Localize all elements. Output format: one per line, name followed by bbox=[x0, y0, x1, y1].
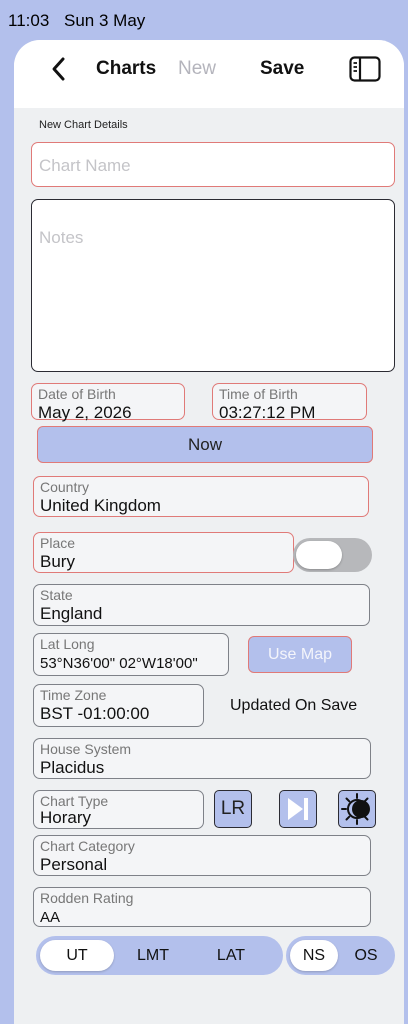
place-toggle[interactable] bbox=[293, 538, 372, 572]
lat-long-field[interactable]: Lat Long 53°N36'00" 02°W18'00" bbox=[33, 633, 229, 676]
status-bar: 11:03 Sun 3 May bbox=[8, 11, 155, 31]
time-of-birth-field[interactable]: Time of Birth 03:27:12 PM bbox=[212, 383, 367, 422]
country-value: United Kingdom bbox=[40, 496, 161, 515]
place-field[interactable]: Place Bury bbox=[33, 532, 294, 573]
date-of-birth-field[interactable]: Date of Birth May 2, 2026 bbox=[31, 383, 185, 422]
house-system-value: Placidus bbox=[40, 758, 105, 777]
skip-forward-icon bbox=[288, 798, 308, 820]
skip-forward-button[interactable] bbox=[279, 790, 317, 828]
sidebar-icon[interactable] bbox=[349, 56, 381, 82]
date-of-birth-label: Date of Birth bbox=[38, 386, 116, 402]
notes-placeholder: Notes bbox=[39, 228, 84, 247]
rodden-rating-label: Rodden Rating bbox=[40, 890, 134, 906]
notes-textarea[interactable]: Notes bbox=[31, 199, 395, 372]
status-date: Sun 3 May bbox=[64, 11, 146, 30]
place-label: Place bbox=[40, 535, 76, 551]
time-zone-value: BST -01:00:00 bbox=[40, 704, 150, 723]
time-zone-label: Time Zone bbox=[40, 687, 107, 703]
segment-ns[interactable]: NS bbox=[290, 940, 338, 971]
country-label: Country bbox=[40, 479, 90, 495]
day-night-button[interactable] bbox=[338, 790, 376, 828]
ns-os-segmented-control: NS OS bbox=[286, 936, 395, 975]
chart-name-input[interactable]: Chart Name bbox=[31, 142, 395, 187]
segment-ut[interactable]: UT bbox=[40, 940, 114, 971]
time-zone-field[interactable]: Time Zone BST -01:00:00 bbox=[33, 684, 204, 727]
nav-bar: Charts New Save bbox=[14, 40, 404, 108]
segment-os[interactable]: OS bbox=[342, 940, 390, 971]
day-night-icon bbox=[341, 793, 370, 825]
lr-button[interactable]: LR bbox=[214, 790, 252, 828]
charts-button[interactable]: Charts bbox=[96, 58, 156, 80]
use-map-button[interactable]: Use Map bbox=[248, 636, 352, 673]
time-mode-segmented-control: UT LMT LAT bbox=[36, 936, 283, 975]
chart-type-value: Horary bbox=[40, 808, 92, 827]
date-of-birth-value: May 2, 2026 bbox=[38, 403, 132, 422]
time-of-birth-label: Time of Birth bbox=[219, 386, 298, 402]
house-system-label: House System bbox=[40, 741, 132, 757]
lat-long-label: Lat Long bbox=[40, 636, 95, 652]
rodden-rating-field[interactable]: Rodden Rating AA bbox=[33, 887, 371, 927]
toggle-knob bbox=[296, 541, 342, 569]
time-of-birth-value: 03:27:12 PM bbox=[219, 403, 316, 422]
rodden-rating-value: AA bbox=[40, 909, 61, 926]
new-button[interactable]: New bbox=[178, 58, 216, 80]
segment-lat[interactable]: LAT bbox=[196, 940, 266, 971]
chart-name-placeholder: Chart Name bbox=[39, 156, 131, 175]
chart-details-sheet: Charts New Save New Chart Details Chart … bbox=[14, 40, 404, 1024]
lat-long-value: 53°N36'00" 02°W18'00" bbox=[40, 655, 198, 672]
state-field[interactable]: State England bbox=[33, 584, 370, 626]
state-label: State bbox=[40, 587, 73, 603]
segment-lmt[interactable]: LMT bbox=[118, 940, 188, 971]
state-value: England bbox=[40, 604, 103, 623]
section-title: New Chart Details bbox=[39, 119, 128, 131]
place-value: Bury bbox=[40, 552, 75, 571]
save-button[interactable]: Save bbox=[260, 58, 304, 80]
chart-category-label: Chart Category bbox=[40, 838, 135, 854]
chevron-left-icon[interactable] bbox=[48, 54, 70, 84]
chart-type-field[interactable]: Chart Type Horary bbox=[33, 790, 204, 829]
updated-on-save-text: Updated On Save bbox=[230, 697, 358, 714]
country-field[interactable]: Country United Kingdom bbox=[33, 476, 369, 517]
chart-category-field[interactable]: Chart Category Personal bbox=[33, 835, 371, 876]
now-button[interactable]: Now bbox=[37, 426, 373, 463]
chart-type-label: Chart Type bbox=[40, 793, 109, 809]
status-time: 11:03 bbox=[8, 11, 50, 30]
house-system-field[interactable]: House System Placidus bbox=[33, 738, 371, 779]
chart-category-value: Personal bbox=[40, 855, 108, 874]
